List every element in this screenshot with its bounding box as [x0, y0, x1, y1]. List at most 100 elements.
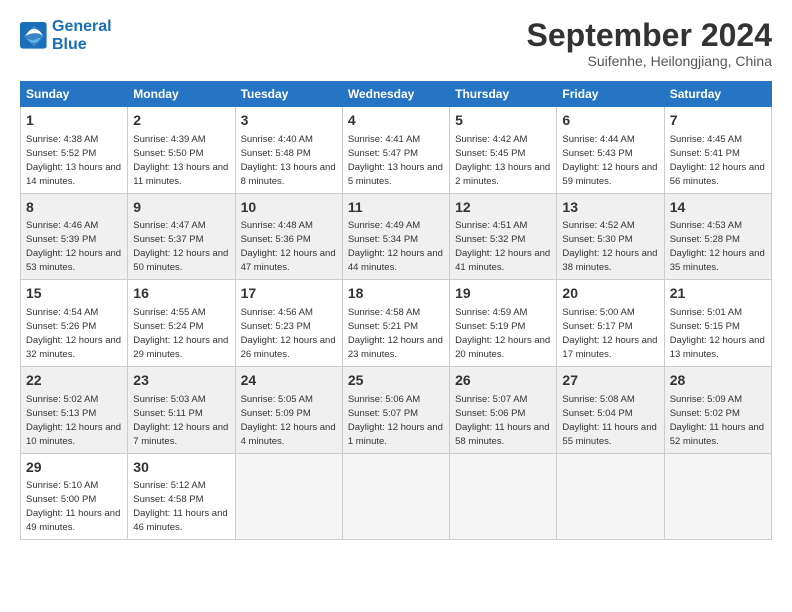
day-info: Sunrise: 5:06 AM Sunset: 5:07 PM Dayligh… — [348, 394, 443, 447]
day-info: Sunrise: 4:46 AM Sunset: 5:39 PM Dayligh… — [26, 220, 121, 273]
day-number: 23 — [133, 371, 229, 391]
day-info: Sunrise: 4:40 AM Sunset: 5:48 PM Dayligh… — [241, 134, 336, 187]
calendar-week-row: 8Sunrise: 4:46 AM Sunset: 5:39 PM Daylig… — [21, 193, 772, 280]
day-number: 15 — [26, 284, 122, 304]
table-row: 28 Sunrise: 5:09 AM Sunset: 5:02 PM Dayli… — [664, 366, 771, 453]
day-number: 17 — [241, 284, 337, 304]
day-info: Sunrise: 5:10 AM Sunset: 5:00 PM Dayligh… — [26, 480, 120, 533]
header-row: Sunday Monday Tuesday Wednesday Thursday… — [21, 82, 772, 107]
day-number: 12 — [455, 198, 551, 218]
day-number: 25 — [348, 371, 444, 391]
day-number: 18 — [348, 284, 444, 304]
day-number: 2 — [133, 111, 229, 131]
table-row: 14Sunrise: 4:53 AM Sunset: 5:28 PM Dayli… — [664, 193, 771, 280]
day-number: 13 — [562, 198, 658, 218]
day-info: Sunrise: 4:41 AM Sunset: 5:47 PM Dayligh… — [348, 134, 443, 187]
day-info: Sunrise: 5:07 AM Sunset: 5:06 PM Dayligh… — [455, 394, 549, 447]
day-info: Sunrise: 4:42 AM Sunset: 5:45 PM Dayligh… — [455, 134, 550, 187]
day-info: Sunrise: 4:58 AM Sunset: 5:21 PM Dayligh… — [348, 307, 443, 360]
day-number: 29 — [26, 458, 122, 478]
col-monday: Monday — [128, 82, 235, 107]
table-row: 19 Sunrise: 4:59 AM Sunset: 5:19 PM Dayli… — [450, 280, 557, 367]
day-info: Sunrise: 4:55 AM Sunset: 5:24 PM Dayligh… — [133, 307, 228, 360]
day-info: Sunrise: 5:08 AM Sunset: 5:04 PM Dayligh… — [562, 394, 656, 447]
day-info: Sunrise: 4:54 AM Sunset: 5:26 PM Dayligh… — [26, 307, 121, 360]
day-info: Sunrise: 5:01 AM Sunset: 5:15 PM Dayligh… — [670, 307, 765, 360]
day-info: Sunrise: 5:02 AM Sunset: 5:13 PM Dayligh… — [26, 394, 121, 447]
day-number: 10 — [241, 198, 337, 218]
day-info: Sunrise: 4:49 AM Sunset: 5:34 PM Dayligh… — [348, 220, 443, 273]
day-number: 6 — [562, 111, 658, 131]
table-row: 8Sunrise: 4:46 AM Sunset: 5:39 PM Daylig… — [21, 193, 128, 280]
table-row: 29Sunrise: 5:10 AM Sunset: 5:00 PM Dayli… — [21, 453, 128, 540]
day-number: 3 — [241, 111, 337, 131]
day-info: Sunrise: 4:59 AM Sunset: 5:19 PM Dayligh… — [455, 307, 550, 360]
col-sunday: Sunday — [21, 82, 128, 107]
table-row: 12Sunrise: 4:51 AM Sunset: 5:32 PM Dayli… — [450, 193, 557, 280]
table-row: 10Sunrise: 4:48 AM Sunset: 5:36 PM Dayli… — [235, 193, 342, 280]
day-number: 30 — [133, 458, 229, 478]
day-info: Sunrise: 4:38 AM Sunset: 5:52 PM Dayligh… — [26, 134, 121, 187]
day-number: 28 — [670, 371, 766, 391]
table-row: 23 Sunrise: 5:03 AM Sunset: 5:11 PM Dayli… — [128, 366, 235, 453]
table-row: 9Sunrise: 4:47 AM Sunset: 5:37 PM Daylig… — [128, 193, 235, 280]
location-subtitle: Suifenhe, Heilongjiang, China — [527, 53, 772, 69]
table-row — [450, 453, 557, 540]
day-number: 19 — [455, 284, 551, 304]
day-number: 22 — [26, 371, 122, 391]
day-number: 8 — [26, 198, 122, 218]
table-row: 6Sunrise: 4:44 AM Sunset: 5:43 PM Daylig… — [557, 107, 664, 194]
col-thursday: Thursday — [450, 82, 557, 107]
day-info: Sunrise: 5:03 AM Sunset: 5:11 PM Dayligh… — [133, 394, 228, 447]
calendar-week-row: 29Sunrise: 5:10 AM Sunset: 5:00 PM Dayli… — [21, 453, 772, 540]
day-info: Sunrise: 5:00 AM Sunset: 5:17 PM Dayligh… — [562, 307, 657, 360]
day-number: 27 — [562, 371, 658, 391]
table-row: 25 Sunrise: 5:06 AM Sunset: 5:07 PM Dayli… — [342, 366, 449, 453]
day-info: Sunrise: 4:39 AM Sunset: 5:50 PM Dayligh… — [133, 134, 228, 187]
header: General Blue September 2024 Suifenhe, He… — [20, 18, 772, 69]
day-info: Sunrise: 5:05 AM Sunset: 5:09 PM Dayligh… — [241, 394, 336, 447]
day-number: 20 — [562, 284, 658, 304]
table-row: 5 Sunrise: 4:42 AM Sunset: 5:45 PM Daylig… — [450, 107, 557, 194]
day-number: 7 — [670, 111, 766, 131]
day-number: 5 — [455, 111, 551, 131]
day-info: Sunrise: 4:56 AM Sunset: 5:23 PM Dayligh… — [241, 307, 336, 360]
calendar-week-row: 1Sunrise: 4:38 AM Sunset: 5:52 PM Daylig… — [21, 107, 772, 194]
col-friday: Friday — [557, 82, 664, 107]
calendar-week-row: 22 Sunrise: 5:02 AM Sunset: 5:13 PM Dayli… — [21, 366, 772, 453]
table-row: 2 Sunrise: 4:39 AM Sunset: 5:50 PM Daylig… — [128, 107, 235, 194]
table-row: 13Sunrise: 4:52 AM Sunset: 5:30 PM Dayli… — [557, 193, 664, 280]
day-number: 24 — [241, 371, 337, 391]
table-row — [342, 453, 449, 540]
calendar-table: Sunday Monday Tuesday Wednesday Thursday… — [20, 81, 772, 540]
table-row: 1Sunrise: 4:38 AM Sunset: 5:52 PM Daylig… — [21, 107, 128, 194]
table-row: 17 Sunrise: 4:56 AM Sunset: 5:23 PM Dayli… — [235, 280, 342, 367]
day-info: Sunrise: 4:53 AM Sunset: 5:28 PM Dayligh… — [670, 220, 765, 273]
day-number: 11 — [348, 198, 444, 218]
day-info: Sunrise: 4:52 AM Sunset: 5:30 PM Dayligh… — [562, 220, 657, 273]
table-row: 7 Sunrise: 4:45 AM Sunset: 5:41 PM Daylig… — [664, 107, 771, 194]
table-row: 3 Sunrise: 4:40 AM Sunset: 5:48 PM Daylig… — [235, 107, 342, 194]
day-info: Sunrise: 4:51 AM Sunset: 5:32 PM Dayligh… — [455, 220, 550, 273]
table-row: 20 Sunrise: 5:00 AM Sunset: 5:17 PM Dayli… — [557, 280, 664, 367]
table-row — [557, 453, 664, 540]
col-saturday: Saturday — [664, 82, 771, 107]
table-row: 30Sunrise: 5:12 AM Sunset: 4:58 PM Dayli… — [128, 453, 235, 540]
table-row: 21Sunrise: 5:01 AM Sunset: 5:15 PM Dayli… — [664, 280, 771, 367]
table-row: 24 Sunrise: 5:05 AM Sunset: 5:09 PM Dayli… — [235, 366, 342, 453]
day-number: 14 — [670, 198, 766, 218]
day-number: 4 — [348, 111, 444, 131]
month-title: September 2024 — [527, 18, 772, 53]
table-row: 4 Sunrise: 4:41 AM Sunset: 5:47 PM Daylig… — [342, 107, 449, 194]
day-info: Sunrise: 4:45 AM Sunset: 5:41 PM Dayligh… — [670, 134, 765, 187]
table-row — [664, 453, 771, 540]
day-info: Sunrise: 5:09 AM Sunset: 5:02 PM Dayligh… — [670, 394, 764, 447]
table-row: 16Sunrise: 4:55 AM Sunset: 5:24 PM Dayli… — [128, 280, 235, 367]
table-row: 15 Sunrise: 4:54 AM Sunset: 5:26 PM Dayli… — [21, 280, 128, 367]
calendar-week-row: 15 Sunrise: 4:54 AM Sunset: 5:26 PM Dayli… — [21, 280, 772, 367]
day-number: 26 — [455, 371, 551, 391]
logo: General Blue — [20, 18, 112, 53]
day-info: Sunrise: 4:47 AM Sunset: 5:37 PM Dayligh… — [133, 220, 228, 273]
table-row: 22 Sunrise: 5:02 AM Sunset: 5:13 PM Dayli… — [21, 366, 128, 453]
table-row — [235, 453, 342, 540]
